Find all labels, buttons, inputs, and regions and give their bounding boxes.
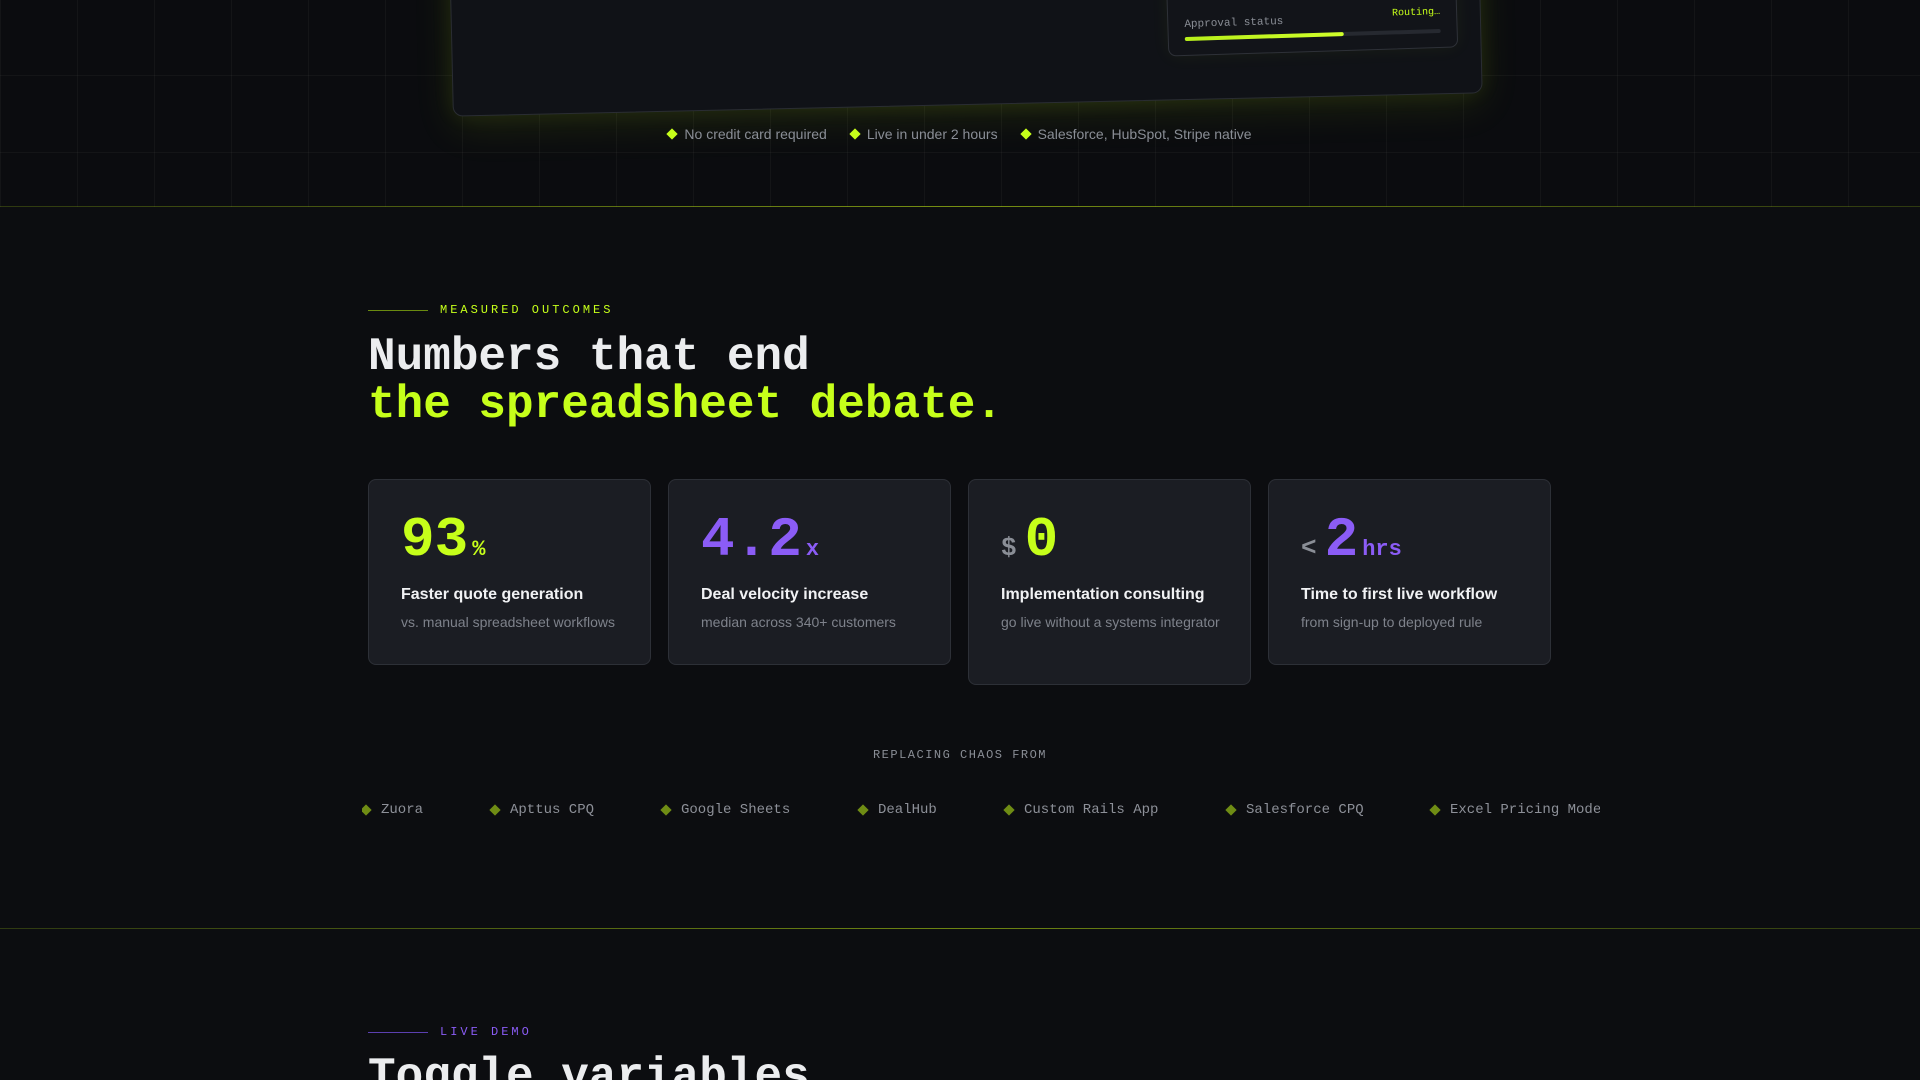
replacing-label: REPLACING CHAOS FROM <box>872 748 1048 762</box>
stat-card: 93 % Faster quote generation vs. manual … <box>368 479 651 665</box>
eyebrow-line <box>368 1031 428 1033</box>
diamond-icon <box>489 804 501 816</box>
stat-number: 0 <box>1024 508 1059 572</box>
stat-label: Faster quote generation <box>401 586 584 603</box>
stat-description: vs. manual spreadsheet workflows <box>401 614 615 630</box>
hero-feature-label: Salesforce, HubSpot, Stripe native <box>1037 126 1252 142</box>
stat-value: 4.2 x <box>701 510 819 570</box>
stat-label: Implementation consulting <box>1001 586 1205 603</box>
replaced-tool-item: Zuora <box>362 802 423 818</box>
replaced-tool-item: Salesforce CPQ <box>1225 802 1364 818</box>
stat-unit: % <box>472 537 486 562</box>
stat-number: 2 <box>1324 508 1359 572</box>
outcomes-headline: Numbers that end the spreadsheet debate. <box>368 333 1003 429</box>
stat-value: 93 % <box>401 510 485 570</box>
replaced-tool-name: Google Sheets <box>681 802 791 818</box>
headline-line-2: the spreadsheet debate. <box>368 379 1003 431</box>
approval-status-value: Routing… <box>1391 6 1441 20</box>
diamond-icon <box>660 804 672 816</box>
approval-status-label: Approval status <box>1184 15 1284 32</box>
eyebrow-line <box>368 309 428 311</box>
stat-description: median across 340+ customers <box>701 614 896 630</box>
diamond-icon <box>666 128 679 140</box>
diamond-icon <box>1429 804 1441 816</box>
hero-feature-item: Live in under 2 hours <box>849 124 998 144</box>
stat-prefix: < <box>1301 533 1317 563</box>
stat-label: Time to first live workflow <box>1301 586 1498 603</box>
hero-feature-list: No credit card required Live in under 2 … <box>0 124 1920 144</box>
replaced-tool-name: Zuora <box>381 802 424 818</box>
headline-line-1: Numbers that end <box>368 331 810 383</box>
diamond-icon <box>857 804 869 816</box>
replaced-tool-name: DealHub <box>878 802 937 818</box>
stat-card: 4.2 x Deal velocity increase median acro… <box>668 479 951 665</box>
stat-card: $ 0 Implementation consulting go live wi… <box>968 479 1251 685</box>
replaced-tool-item: Apttus CPQ <box>489 802 595 818</box>
stats-grid: 93 % Faster quote generation vs. manual … <box>368 479 1552 689</box>
stat-unit: x <box>805 537 820 562</box>
replaced-tool-item: Custom Rails App <box>1003 802 1159 818</box>
hero-feature-item: No credit card required <box>666 124 827 144</box>
stat-card: < 2 hrs Time to first live workflow from… <box>1268 479 1551 665</box>
replaced-tool-name: Salesforce CPQ <box>1246 802 1364 818</box>
replaced-tool-name: Custom Rails App <box>1024 802 1159 818</box>
demo-headline: Toggle variables <box>368 1051 810 1080</box>
stat-description: from sign-up to deployed rule <box>1301 614 1483 630</box>
outcomes-eyebrow-text: MEASURED OUTCOMES <box>440 303 614 317</box>
diamond-icon <box>849 128 861 140</box>
replaced-tool-item: Google Sheets <box>660 802 791 818</box>
replaced-tool-name: Apttus CPQ <box>510 802 595 818</box>
diamond-icon <box>1019 128 1032 140</box>
outcomes-section: MEASURED OUTCOMES Numbers that end the s… <box>0 207 1920 929</box>
live-demo-section: LIVE DEMO Toggle variables <box>0 929 1920 1080</box>
hero-feature-label: Live in under 2 hours <box>866 126 998 142</box>
diamond-icon <box>1225 804 1237 816</box>
approval-progress-fill <box>1184 32 1344 42</box>
stat-prefix: $ <box>1001 533 1017 563</box>
replaced-tool-item: Excel Pricing Model <box>1429 802 1600 818</box>
stat-number: 4.2 <box>701 508 802 572</box>
approval-progress-track <box>1184 28 1441 42</box>
demo-eyebrow: LIVE DEMO <box>368 1025 532 1039</box>
stat-number: 93 <box>401 508 469 572</box>
hero-section: Approval status Routing… No credit card … <box>0 0 1920 207</box>
stat-value: $ 0 <box>1001 510 1058 570</box>
replaced-tools-marquee: Zuora Apttus CPQ Google Sheets DealHub C… <box>362 802 1600 824</box>
stat-unit: hrs <box>1362 537 1402 562</box>
outcomes-eyebrow: MEASURED OUTCOMES <box>368 303 613 317</box>
diamond-icon <box>1003 804 1015 816</box>
stat-description: go live without a systems integrator <box>1001 614 1220 630</box>
demo-eyebrow-text: LIVE DEMO <box>440 1025 532 1039</box>
approval-status-card: Approval status Routing… <box>1165 0 1459 57</box>
hero-feature-item: Salesforce, HubSpot, Stripe native <box>1019 124 1252 144</box>
replaced-tool-item: DealHub <box>857 802 937 818</box>
stat-value: < 2 hrs <box>1301 510 1402 570</box>
stat-label: Deal velocity increase <box>701 586 869 603</box>
replaced-tool-name: Excel Pricing Model <box>1450 802 1600 818</box>
diamond-icon <box>362 804 372 816</box>
hero-feature-label: No credit card required <box>684 126 827 142</box>
